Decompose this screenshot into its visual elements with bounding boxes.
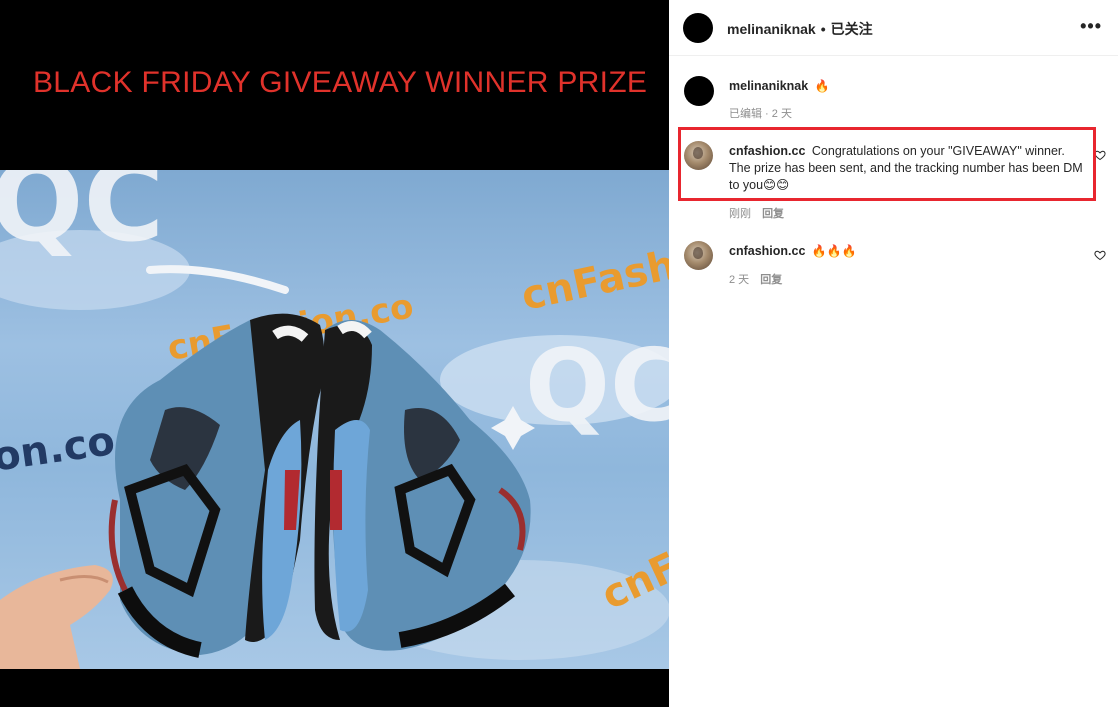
comment-username[interactable]: melinaniknak (729, 79, 808, 93)
comment-text: cnfashion.cc Congratulations on your "GI… (729, 143, 1084, 194)
avatar[interactable] (684, 241, 713, 270)
like-heart-icon[interactable] (1094, 149, 1106, 161)
comments-panel: melinaniknak • 已关注 ••• melinaniknak 🔥 已编辑 … (669, 0, 1118, 707)
header-username[interactable]: melinaniknak (727, 21, 816, 37)
comment-time: 已编辑 · 2 天 (729, 108, 792, 120)
post-photo: QC QC cnFashion.co cnFashio on.co cnF (0, 170, 669, 669)
watermark-cnfashio-right: cnFashio (518, 234, 669, 320)
comment-text: melinaniknak 🔥 (729, 78, 1084, 95)
banner-title: BLACK FRIDAY GIVEAWAY WINNER PRIZE (33, 66, 648, 99)
post-media: BLACK FRIDAY GIVEAWAY WINNER PRIZE QC QC… (0, 0, 669, 707)
comment-body: 🔥 (814, 79, 830, 93)
reply-button[interactable]: 回复 (760, 274, 782, 286)
follow-status[interactable]: 已关注 (831, 21, 873, 37)
comment-text: cnfashion.cc 🔥🔥🔥 (729, 243, 1084, 260)
post-header: melinaniknak • 已关注 ••• (669, 0, 1118, 56)
avatar[interactable] (684, 141, 713, 170)
comment-username[interactable]: cnfashion.cc (729, 244, 805, 258)
comment-body: 🔥🔥🔥 (811, 244, 857, 258)
comment-meta: 2 天 回复 (729, 271, 782, 287)
avatar[interactable] (684, 76, 714, 106)
comment-meta: 刚刚 回复 (729, 205, 784, 221)
reply-button[interactable]: 回复 (762, 208, 784, 220)
comment-time: 2 天 (729, 274, 750, 286)
separator-dot: • (820, 21, 826, 37)
like-heart-icon[interactable] (1094, 249, 1106, 261)
watermark-on-co: on.co (0, 418, 118, 481)
watermark-qc-right: QC (525, 327, 669, 444)
watermark-qc-top: QC (0, 170, 164, 266)
avatar[interactable] (683, 13, 713, 43)
more-options-icon[interactable]: ••• (1080, 16, 1102, 36)
comment-time: 刚刚 (729, 208, 751, 220)
header-user-line: melinaniknak • 已关注 (727, 19, 873, 39)
comment-username[interactable]: cnfashion.cc (729, 144, 805, 158)
comment-meta: 已编辑 · 2 天 (729, 105, 792, 121)
